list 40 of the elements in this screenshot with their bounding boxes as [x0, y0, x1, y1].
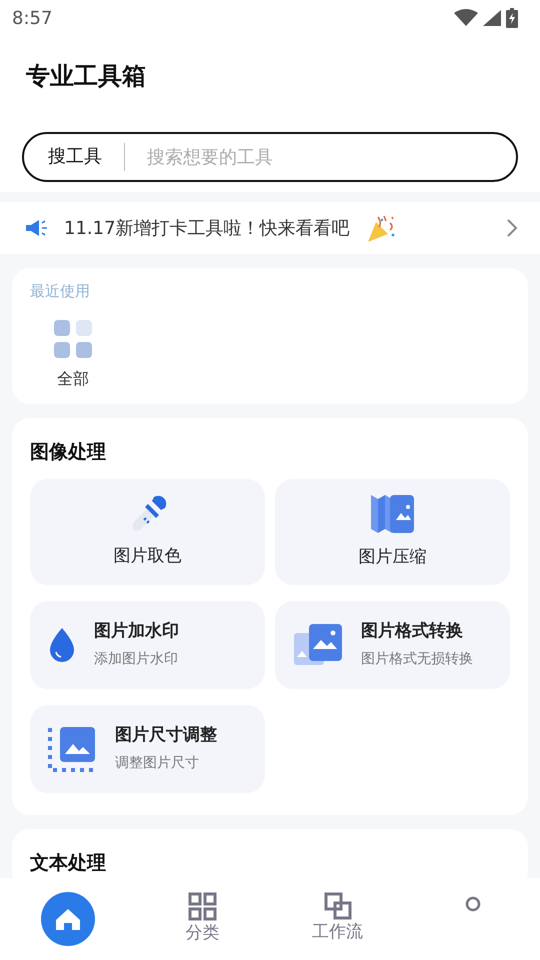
tool-title: 图片尺寸调整	[115, 724, 217, 748]
tool-title: 图片加水印	[94, 620, 179, 644]
search-label: 搜工具	[24, 143, 125, 171]
tool-tile[interactable]: 图片压缩	[275, 478, 510, 584]
images-icon	[294, 624, 342, 664]
resize-image-icon	[48, 726, 95, 772]
tool-tile[interactable]: 图片加水印 添加图片水印	[30, 600, 265, 688]
chevron-right-icon	[506, 218, 518, 238]
overlapping-squares-icon	[324, 892, 352, 920]
notice-bar[interactable]: 11.17新增打卡工具啦！快来看看吧	[0, 202, 540, 254]
nav-tab[interactable]: 工作流	[270, 878, 405, 960]
page-title: 专业工具箱	[25, 61, 147, 92]
search-input[interactable]: 搜索想要的工具	[125, 142, 516, 172]
home-icon	[40, 891, 96, 947]
search-field[interactable]: 搜工具 搜索想要的工具	[22, 132, 518, 182]
section-label: 最近使用	[29, 281, 91, 302]
section-title: 文本处理	[29, 850, 107, 876]
tool-subtitle: 添加图片水印	[94, 650, 179, 669]
wifi-icon	[454, 9, 478, 27]
all-tools-button[interactable]: 全部	[28, 302, 118, 392]
notice-text: 11.17新增打卡工具啦！快来看看吧	[64, 216, 350, 240]
battery-icon	[506, 8, 518, 28]
tool-subtitle: 调整图片尺寸	[115, 754, 200, 773]
circle-icon	[464, 896, 480, 912]
megaphone-icon	[24, 219, 48, 237]
tool-tile[interactable]: 图片尺寸调整 调整图片尺寸	[30, 704, 265, 792]
section-title: 图像处理	[29, 440, 107, 465]
grid-icon	[188, 892, 217, 921]
tool-title: 图片格式转换	[361, 620, 464, 644]
tool-tile[interactable]: 图片取色	[30, 478, 265, 584]
water-drop-icon	[50, 628, 74, 662]
grid-icon	[53, 318, 93, 358]
party-popper-icon	[366, 213, 396, 243]
tool-subtitle: 图片格式无损转换	[361, 650, 473, 669]
status-time: 8:57	[12, 6, 52, 30]
dropper-icon	[132, 496, 166, 531]
signal-icon	[482, 9, 502, 27]
map-icon	[370, 494, 414, 533]
nav-tab[interactable]: 分类	[135, 878, 270, 960]
tool-tile[interactable]: 图片格式转换 图片格式无损转换	[275, 600, 510, 688]
